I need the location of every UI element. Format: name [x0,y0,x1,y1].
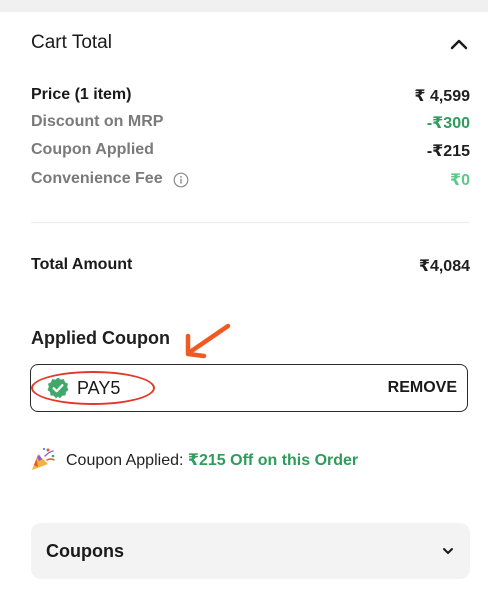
coupon-applied-row: Coupon Applied -₹215 [31,141,470,163]
info-icon[interactable] [173,172,189,188]
coupon-savings-highlight: ₹215 Off on this Order [187,452,359,469]
coupon-applied-label: Coupon Applied [31,141,154,158]
discount-row: Discount on MRP -₹300 [31,113,470,135]
convenience-fee-label: Convenience Fee [31,170,163,187]
coupon-code: PAY5 [77,378,121,398]
price-row: Price (1 item) ₹ 4,599 [31,86,470,108]
applied-coupon-box: PAY5 REMOVE [30,364,468,412]
chevron-down-icon[interactable] [440,543,456,559]
discount-value: -₹300 [426,115,470,132]
coupons-accordion[interactable]: Coupons [31,523,470,579]
total-amount-label: Total Amount [31,256,133,273]
divider [31,222,470,223]
convenience-fee-row: Convenience Fee ₹0 [31,170,470,192]
price-value: ₹ 4,599 [414,88,470,105]
coupon-applied-text: Coupon Applied: ₹215 Off on this Order [66,450,358,470]
price-label: Price (1 item) [31,86,132,103]
arrow-annotation [185,323,231,359]
cart-total-header[interactable]: Cart Total [31,30,471,58]
coupon-applied-prefix: Coupon Applied: [66,452,188,469]
chevron-up-icon[interactable] [449,34,469,54]
convenience-fee-value: ₹0 [449,172,470,189]
coupon-applied-message: Coupon Applied: ₹215 Off on this Order [30,446,470,472]
cart-total-title: Cart Total [31,32,112,53]
top-divider-bar [0,0,488,12]
coupons-title: Coupons [46,541,124,561]
party-popper-icon [32,447,55,470]
verified-badge-icon [47,377,69,399]
applied-coupon-title: Applied Coupon [31,328,170,348]
total-amount-value: ₹4,084 [418,258,470,275]
total-amount-row: Total Amount ₹4,084 [31,256,470,278]
coupon-applied-value: -₹215 [426,143,470,160]
discount-label: Discount on MRP [31,113,164,130]
remove-coupon-button[interactable]: REMOVE [388,379,457,397]
